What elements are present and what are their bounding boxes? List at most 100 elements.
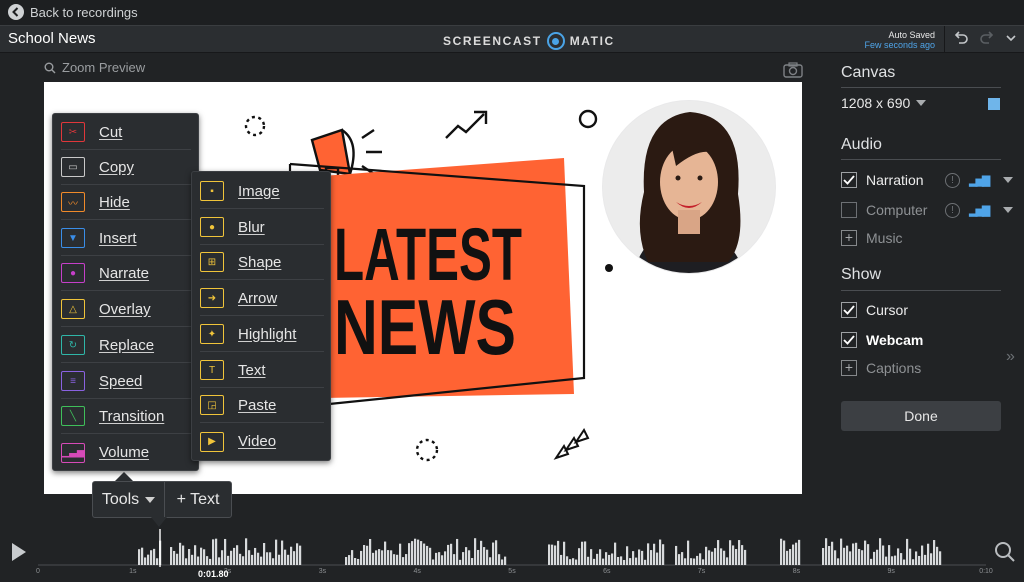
current-time-label: 0:01.80	[198, 569, 229, 579]
waveform-bar	[858, 549, 860, 565]
double-chevron-right-icon[interactable]: »	[1006, 348, 1015, 366]
waveform-bar	[141, 548, 143, 565]
webcam-overlay[interactable]	[602, 100, 776, 274]
menu-item-transition[interactable]: ╲ Transition	[61, 399, 191, 434]
tools-label: Tools	[102, 491, 139, 509]
menu-item-volume[interactable]: ▁▃▅ Volume	[61, 435, 191, 470]
narration-checkbox[interactable]	[841, 172, 857, 188]
play-button[interactable]	[12, 543, 26, 561]
camera-icon[interactable]	[783, 62, 803, 78]
waveform-bar	[245, 538, 247, 565]
waveform-bar	[729, 540, 731, 565]
zoom-preview-button[interactable]: Zoom Preview	[44, 60, 145, 75]
webcam-checkbox[interactable]	[841, 332, 857, 348]
menu-item-hide[interactable]: 〰 Hide	[61, 185, 191, 220]
waveform-bar	[381, 550, 383, 565]
menu-item-copy[interactable]: ▭ Copy	[61, 150, 191, 185]
waveform-bar	[693, 558, 695, 565]
overlay-submenu: ▪ Image ● Blur ⊞ Shape ➜ Arrow ✦ Highlig…	[191, 171, 331, 461]
paste-icon: ◲	[200, 395, 224, 415]
waveform-bar	[620, 556, 622, 565]
waveform-bar	[278, 555, 280, 565]
audio-waveform[interactable]: 01s2s3s4s5s6s7s8s9s0:100:01.80	[0, 525, 1024, 582]
waveform-bar	[254, 548, 256, 565]
waveform-bar	[465, 547, 467, 565]
waveform-bar	[593, 559, 595, 565]
menu-item-cut[interactable]: ✂ Cut	[61, 115, 191, 150]
waveform-bar	[684, 558, 686, 565]
waveform-bar	[720, 548, 722, 565]
waveform-bar	[726, 557, 728, 565]
waveform-bar	[200, 548, 202, 565]
waveform-bar	[837, 558, 839, 565]
done-button[interactable]: Done	[841, 401, 1001, 431]
waveform-bar	[831, 542, 833, 565]
menu-item-text[interactable]: T Text	[200, 353, 324, 388]
waveform-bar	[504, 557, 506, 565]
menu-item-shape[interactable]: ⊞ Shape	[200, 245, 324, 280]
menu-item-arrow[interactable]: ➜ Arrow	[200, 281, 324, 316]
project-title[interactable]: School News	[8, 30, 96, 47]
menu-item-speed[interactable]: ≡ Speed	[61, 364, 191, 399]
ring-icon	[580, 111, 596, 127]
menu-item-narrate[interactable]: ● Narrate	[61, 256, 191, 291]
music-row[interactable]: + Music	[841, 230, 903, 246]
redo-icon[interactable]	[979, 29, 995, 49]
waveform-bar	[263, 543, 265, 565]
waveform-bar	[909, 549, 911, 565]
add-text-button[interactable]: + Text	[165, 482, 231, 517]
waveform-bar	[602, 559, 604, 565]
waveform-bar	[912, 559, 914, 565]
info-icon[interactable]: !	[945, 173, 960, 188]
menu-item-replace[interactable]: ↻ Replace	[61, 328, 191, 363]
chevron-down-icon[interactable]	[1003, 177, 1013, 183]
webcam-label: Webcam	[866, 332, 923, 348]
audio-levels-icon[interactable]: ▂▅▇	[969, 174, 988, 187]
timeline[interactable]: 01s2s3s4s5s6s7s8s9s0:100:01.80	[0, 525, 1024, 582]
menu-item-paste[interactable]: ◲ Paste	[200, 388, 324, 423]
waveform-bar	[825, 538, 827, 565]
back-to-recordings-button[interactable]: Back to recordings	[8, 4, 138, 20]
waveform-bar	[900, 553, 902, 565]
tools-menu-pointer	[115, 472, 133, 481]
narration-row: Narration ! ▂▅▇	[841, 172, 1013, 188]
canvas-size-dropdown[interactable]: 1208 x 690	[841, 95, 926, 111]
waveform-bar	[687, 541, 689, 565]
waveform-bar	[732, 545, 734, 565]
captions-row[interactable]: + Captions	[841, 360, 921, 376]
menu-item-overlay[interactable]: △ Overlay	[61, 292, 191, 327]
menu-item-image[interactable]: ▪ Image	[200, 174, 324, 209]
waveform-bar	[474, 538, 476, 565]
waveform-bar	[456, 539, 458, 565]
canvas-color-swatch[interactable]	[988, 98, 1000, 110]
waveform-bar	[870, 559, 872, 565]
cursor-checkbox[interactable]	[841, 302, 857, 318]
divider	[841, 290, 1001, 291]
undo-icon[interactable]	[953, 29, 969, 49]
menu-item-insert[interactable]: ▼ Insert	[61, 221, 191, 256]
waveform-bar	[272, 558, 274, 565]
triple-arrow-icon	[556, 430, 588, 458]
waveform-bar	[468, 550, 470, 565]
waveform-bar	[924, 555, 926, 565]
computer-audio-checkbox[interactable]	[841, 202, 857, 218]
brand-left: SCREENCAST	[443, 34, 542, 48]
audio-levels-icon[interactable]: ▂▅▇	[969, 204, 988, 217]
waveform-bar	[173, 551, 175, 565]
waveform-bar	[444, 551, 446, 565]
cursor-row: Cursor	[841, 302, 908, 318]
tools-button[interactable]: Tools	[93, 482, 165, 517]
dotted-circle-icon	[246, 117, 264, 135]
search-icon[interactable]	[994, 541, 1016, 563]
waveform-bar	[681, 552, 683, 565]
info-icon[interactable]: !	[945, 203, 960, 218]
waveform-bar	[489, 557, 491, 565]
menu-item-video[interactable]: ▶ Video	[200, 424, 324, 459]
menu-item-highlight[interactable]: ✦ Highlight	[200, 317, 324, 352]
chevron-down-icon[interactable]	[1005, 31, 1017, 48]
waveform-bar	[150, 550, 152, 565]
tools-toolbar: Tools + Text	[92, 481, 232, 518]
chevron-down-icon[interactable]	[1003, 207, 1013, 213]
menu-item-blur[interactable]: ● Blur	[200, 210, 324, 245]
highlight-icon: ✦	[200, 324, 224, 344]
